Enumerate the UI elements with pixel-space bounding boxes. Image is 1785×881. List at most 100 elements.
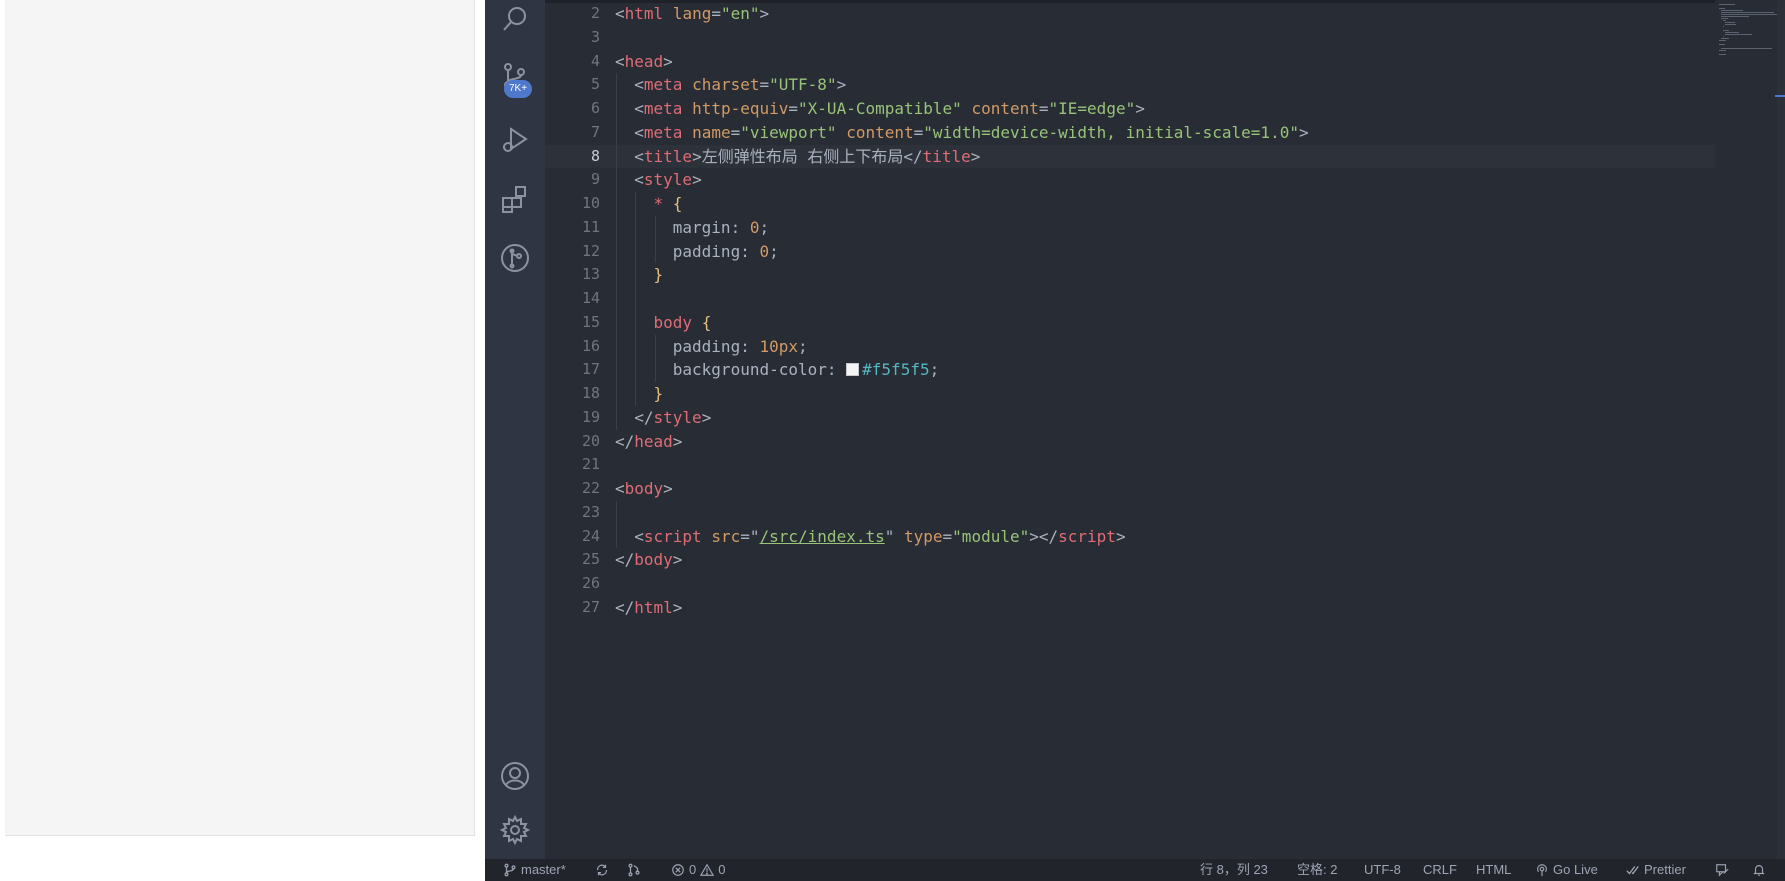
- code-line[interactable]: 2 <html lang="en">: [545, 2, 1715, 26]
- code-line[interactable]: 18}: [545, 382, 1715, 406]
- line-number[interactable]: 24: [545, 525, 600, 549]
- line-number[interactable]: 7: [545, 121, 600, 145]
- code-line[interactable]: 14: [545, 287, 1715, 311]
- token-brace: {: [701, 312, 712, 332]
- line-number[interactable]: 12: [545, 240, 600, 264]
- token-punc: <: [634, 526, 644, 546]
- code-line[interactable]: 3: [545, 26, 1715, 50]
- color-swatch[interactable]: [846, 363, 860, 377]
- indentation-setting[interactable]: 空格: 2: [1297, 859, 1337, 881]
- code-line[interactable]: 16 padding: 10px;: [545, 334, 1715, 359]
- token-punc: :: [740, 241, 760, 261]
- token-str: "X-UA-Compatible": [798, 99, 962, 118]
- token-link[interactable]: /src/index.ts: [760, 527, 885, 546]
- line-number[interactable]: 15: [545, 311, 600, 335]
- line-number[interactable]: 16: [545, 335, 600, 359]
- code-line[interactable]: 7 <meta name="viewport" content="width=de…: [545, 120, 1715, 145]
- vertical-scrollbar[interactable]: [1777, 0, 1785, 859]
- code-line[interactable]: 10 * {: [545, 192, 1715, 216]
- line-number[interactable]: 11: [545, 216, 600, 240]
- problems-indicator[interactable]: 0 0: [671, 859, 725, 881]
- code-line[interactable]: 21: [545, 453, 1715, 477]
- code-line[interactable]: 17 background-color: #f5f5f5;: [545, 358, 1715, 382]
- token-attr: http-equiv: [692, 99, 789, 118]
- token-prop: background-color: [672, 360, 827, 380]
- sync-button[interactable]: [595, 859, 609, 881]
- code-line[interactable]: 22 <body>: [545, 477, 1715, 501]
- line-number[interactable]: 9: [545, 168, 600, 192]
- feedback-button[interactable]: [1715, 859, 1729, 881]
- code-line[interactable]: 20 </head>: [545, 430, 1715, 454]
- line-number[interactable]: 20: [545, 430, 600, 454]
- search-icon[interactable]: [485, 0, 545, 43]
- token-prop: padding: [672, 336, 741, 356]
- line-number[interactable]: 10: [545, 192, 600, 216]
- code-line[interactable]: 11 margin: 0;: [545, 215, 1715, 240]
- code-line[interactable]: 5 <meta charset="UTF-8">: [545, 73, 1715, 97]
- line-number[interactable]: 21: [545, 453, 600, 477]
- code-line[interactable]: 26: [545, 572, 1715, 596]
- indent-guide: [616, 144, 617, 169]
- indentation-label: 空格: 2: [1297, 862, 1338, 877]
- encoding-setting[interactable]: UTF-8: [1364, 859, 1401, 881]
- code-line[interactable]: 9 <style>: [545, 168, 1715, 192]
- code-text: <body>: [615, 477, 673, 501]
- line-number[interactable]: 17: [545, 358, 600, 382]
- token-tag: html: [634, 597, 673, 617]
- line-number[interactable]: 23: [545, 501, 600, 525]
- code-line[interactable]: 15 body {: [545, 310, 1715, 335]
- extensions-icon[interactable]: [485, 176, 545, 224]
- code-text: <title>左侧弹性布局 右侧上下布局</title>: [634, 145, 980, 169]
- token-brace: {: [672, 194, 683, 213]
- line-number[interactable]: 14: [545, 287, 600, 311]
- code-line[interactable]: 8 <title>左侧弹性布局 右侧上下布局</title>: [545, 144, 1715, 169]
- line-number[interactable]: 22: [545, 477, 600, 501]
- token-punc: [663, 194, 673, 213]
- git-graph-icon[interactable]: [485, 234, 545, 282]
- account-icon[interactable]: [485, 752, 545, 800]
- run-debug-icon[interactable]: [485, 116, 545, 164]
- indent-guide: [635, 334, 637, 359]
- notifications-button[interactable]: [1752, 859, 1766, 881]
- line-number[interactable]: 3: [545, 26, 600, 50]
- line-number[interactable]: 4: [545, 50, 600, 74]
- line-number[interactable]: 19: [545, 406, 600, 430]
- code-line[interactable]: 12 padding: 0;: [545, 239, 1715, 264]
- code-line[interactable]: 24 <script src="/src/index.ts" type="modu…: [545, 524, 1715, 549]
- language-mode[interactable]: HTML: [1476, 859, 1511, 881]
- cursor-position[interactable]: 行 8，列 23: [1200, 859, 1268, 881]
- code-line[interactable]: 23: [545, 500, 1715, 525]
- token-tag: title: [643, 146, 693, 166]
- prettier-status[interactable]: Prettier: [1626, 859, 1686, 881]
- token-punc: >: [836, 75, 847, 95]
- code-line[interactable]: 13}: [545, 263, 1715, 287]
- go-live-button[interactable]: Go Live: [1535, 859, 1598, 881]
- code-line[interactable]: 4 <head>: [545, 50, 1715, 74]
- line-number[interactable]: 6: [545, 97, 600, 121]
- line-number[interactable]: 13: [545, 263, 600, 287]
- code-line[interactable]: 27 </html>: [545, 596, 1715, 620]
- code-line[interactable]: 6 <meta http-equiv="X-UA-Compatible" cont…: [545, 97, 1715, 121]
- token-tag: meta: [643, 99, 683, 118]
- line-number[interactable]: 8: [545, 145, 600, 169]
- git-graph-status-button[interactable]: [627, 859, 641, 881]
- minimap[interactable]: [1715, 0, 1777, 859]
- indent-guide: [616, 97, 617, 121]
- line-number[interactable]: 26: [545, 572, 600, 596]
- line-number[interactable]: 2: [545, 2, 600, 26]
- eol-setting[interactable]: CRLF: [1423, 859, 1457, 881]
- minimap-line: [1719, 50, 1726, 51]
- code-line[interactable]: 25 </body>: [545, 548, 1715, 572]
- line-number[interactable]: 5: [545, 73, 600, 97]
- branch-indicator[interactable]: master*: [503, 859, 566, 881]
- feedback-icon: [1716, 864, 1729, 877]
- code-editor[interactable]: 2 <html lang="en"> 3 4 <head> 5 <meta charset=…: [545, 0, 1785, 859]
- line-number[interactable]: 25: [545, 548, 600, 572]
- minimap-line: [1719, 8, 1725, 9]
- line-number[interactable]: 27: [545, 596, 600, 620]
- code-line[interactable]: 19 </style>: [545, 405, 1715, 430]
- line-number[interactable]: 18: [545, 382, 600, 406]
- settings-gear-icon[interactable]: [485, 806, 545, 854]
- indent-guide: [616, 310, 617, 335]
- editor-lines[interactable]: 2 <html lang="en"> 3 4 <head> 5 <meta charset=…: [545, 2, 1715, 620]
